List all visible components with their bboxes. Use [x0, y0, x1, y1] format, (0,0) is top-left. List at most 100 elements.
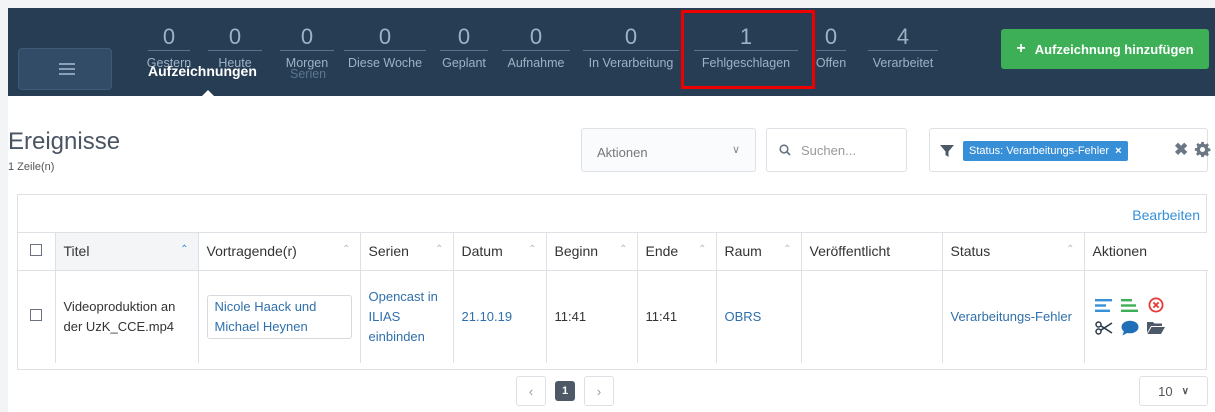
- cell-presenters: Nicole Haack und Michael Heynen: [198, 270, 361, 363]
- folder-icon[interactable]: [1146, 320, 1165, 337]
- column-date-label: Datum: [461, 243, 503, 260]
- stat-divider: [816, 50, 846, 51]
- stat-value: 0: [824, 24, 838, 49]
- clear-filters-icon[interactable]: ✖: [1174, 140, 1188, 160]
- row-select-cell: [18, 270, 56, 363]
- search-field[interactable]: Suchen...: [766, 128, 907, 172]
- column-presenters[interactable]: Vortragende(r) ⌃: [198, 233, 361, 271]
- cell-date[interactable]: 21.10.19: [453, 270, 547, 363]
- column-room[interactable]: Raum ⌃: [716, 233, 802, 271]
- chevron-left-icon: ‹: [528, 383, 534, 399]
- page: 0 Gestern 0 Heute 0 Morgen 0 Diese Woche…: [8, 8, 1215, 412]
- stat-divider: [868, 50, 938, 51]
- stat-value: 0: [228, 24, 242, 49]
- column-title[interactable]: Titel ⌃: [55, 233, 199, 271]
- delete-icon[interactable]: [1147, 297, 1165, 314]
- chevron-right-icon: ›: [596, 383, 602, 399]
- page-button-current[interactable]: 1: [555, 381, 575, 401]
- filter-box[interactable]: Status: Verarbeitungs-Fehler × ✖: [929, 128, 1211, 172]
- events-table: Bearbeiten Titel ⌃ Vortragende(r) ⌃ Serien…: [17, 194, 1208, 370]
- stat-label: In Verarbeitung: [588, 56, 674, 70]
- stat-processed[interactable]: 4 Verarbeitet: [864, 24, 942, 70]
- sort-icon: ⌃: [783, 244, 792, 255]
- stat-value: 0: [529, 24, 543, 49]
- select-all-header: [18, 233, 56, 271]
- column-start[interactable]: Beginn ⌃: [546, 233, 638, 271]
- sort-icon: ⌃: [435, 244, 444, 255]
- cell-actions: [1084, 270, 1208, 363]
- chevron-down-icon: ∨: [1181, 385, 1189, 397]
- sort-icon: ⌃: [1066, 244, 1075, 255]
- next-page-button[interactable]: ›: [584, 376, 614, 406]
- menu-button[interactable]: [18, 48, 112, 90]
- comment-icon[interactable]: [1121, 320, 1139, 337]
- row-action-icons: [1093, 297, 1201, 337]
- hamburger-icon: [59, 63, 75, 65]
- stat-divider: [344, 50, 426, 51]
- stat-label: Verarbeitet: [872, 56, 934, 70]
- hamburger-icon-line: [59, 68, 75, 70]
- stat-divider: [208, 50, 262, 51]
- prev-page-button[interactable]: ‹: [516, 376, 546, 406]
- stat-processing[interactable]: 0 In Verarbeitung: [579, 24, 683, 70]
- stat-open[interactable]: 0 Offen: [812, 24, 850, 70]
- row-checkbox[interactable]: [30, 308, 43, 321]
- column-presenters-label: Vortragende(r): [206, 243, 297, 260]
- tab-series[interactable]: Serien: [290, 67, 326, 81]
- cell-room[interactable]: OBRS: [716, 270, 802, 363]
- search-placeholder: Suchen...: [801, 142, 856, 158]
- actions-dropdown-label: Aktionen: [597, 145, 648, 160]
- column-end[interactable]: Ende ⌃: [637, 233, 717, 271]
- page-size-value: 10: [1158, 383, 1173, 399]
- select-all-checkbox[interactable]: [30, 244, 43, 257]
- top-bar: 0 Gestern 0 Heute 0 Morgen 0 Diese Woche…: [8, 8, 1215, 97]
- actions-dropdown[interactable]: Aktionen ∨: [581, 128, 756, 172]
- filter-tag-status[interactable]: Status: Verarbeitungs-Fehler ×: [963, 141, 1128, 161]
- stat-this-week[interactable]: 0 Diese Woche: [340, 24, 430, 70]
- stat-value: 0: [378, 24, 392, 49]
- cell-status[interactable]: Verarbeitungs-Fehler: [942, 270, 1085, 363]
- stat-divider: [148, 50, 190, 51]
- page-size-select[interactable]: 10 ∨: [1139, 376, 1208, 406]
- details-icon[interactable]: [1095, 297, 1113, 314]
- table-toolbar: Bearbeiten: [18, 195, 1206, 233]
- stat-label: Aufnahme: [507, 56, 565, 70]
- stat-value: 0: [457, 24, 471, 49]
- add-recording-button[interactable]: + Aufzeichnung hinzufügen: [1001, 29, 1209, 69]
- gear-icon[interactable]: [1194, 141, 1211, 158]
- chevron-down-icon: ∨: [731, 144, 740, 156]
- column-published-label: Veröffentlicht: [809, 243, 891, 260]
- stat-label: Offen: [815, 56, 847, 70]
- metadata-icon[interactable]: [1121, 297, 1139, 314]
- stat-tomorrow[interactable]: 0 Morgen: [276, 24, 338, 70]
- stat-label: Geplant: [442, 56, 486, 70]
- column-date[interactable]: Datum ⌃: [453, 233, 547, 271]
- stat-divider: [280, 50, 334, 51]
- stat-value: 0: [300, 24, 314, 49]
- column-title-label: Titel: [63, 243, 90, 260]
- column-status-label: Status: [950, 243, 991, 260]
- scissors-icon[interactable]: [1094, 320, 1113, 337]
- filter-tag-label: Status: Verarbeitungs-Fehler: [969, 145, 1110, 157]
- column-published: Veröffentlicht: [801, 233, 943, 271]
- column-status[interactable]: Status ⌃: [942, 233, 1085, 271]
- presenter-tag[interactable]: Nicole Haack und Michael Heynen: [206, 294, 352, 339]
- column-series[interactable]: Serien ⌃: [360, 233, 454, 271]
- table-header-row: Titel ⌃ Vortragende(r) ⌃ Serien ⌃ Datum ⌃ Be…: [18, 233, 1208, 271]
- stat-divider: [583, 50, 679, 51]
- column-end-label: Ende: [645, 243, 679, 260]
- column-actions: Aktionen: [1084, 233, 1208, 271]
- stat-scheduled[interactable]: 0 Geplant: [436, 24, 492, 70]
- sort-icon: ⌃: [698, 244, 707, 255]
- tab-recordings[interactable]: Aufzeichnungen: [148, 63, 257, 79]
- cell-start: 11:41: [546, 270, 638, 363]
- row-count: 1 Zeile(n): [8, 161, 55, 173]
- sort-icon: ⌃: [528, 244, 537, 255]
- active-tab-caret: [201, 90, 215, 97]
- remove-filter-icon[interactable]: ×: [1115, 145, 1121, 157]
- cell-series[interactable]: Opencast in ILIAS einbinden: [360, 270, 454, 363]
- column-start-label: Beginn: [554, 243, 599, 260]
- edit-link[interactable]: Bearbeiten: [1132, 207, 1200, 223]
- stat-recording[interactable]: 0 Aufnahme: [498, 24, 574, 70]
- stat-value: 0: [624, 24, 638, 49]
